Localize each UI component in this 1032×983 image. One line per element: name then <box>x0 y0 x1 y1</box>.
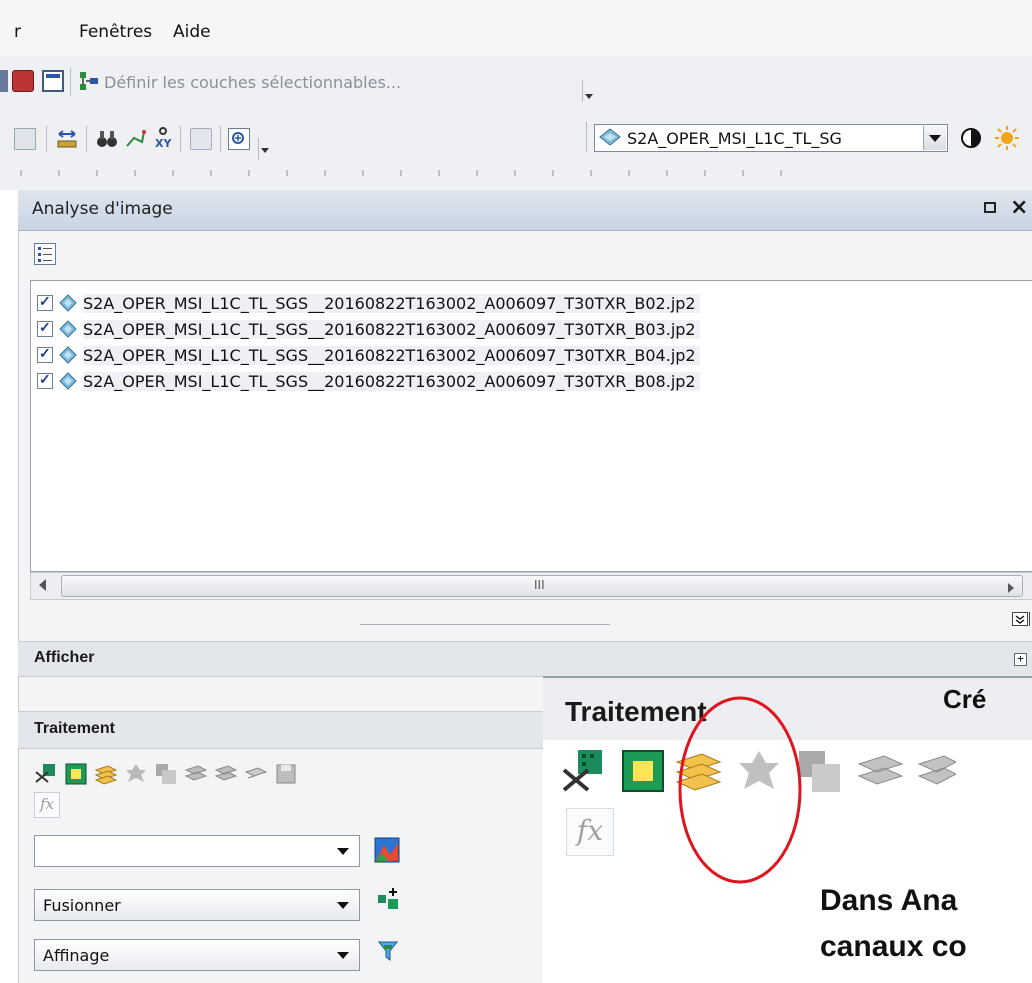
zoom-text-line1: Dans Ana <box>820 884 958 917</box>
toolbar-tools: XY S2A_OPER_MSI_L1C_TL_SG <box>0 110 1032 170</box>
layer-dropdown-arrow[interactable] <box>923 126 946 150</box>
svg-text:XY: XY <box>155 137 172 150</box>
processing-tools <box>34 762 394 786</box>
composite-bands-icon[interactable] <box>94 762 118 786</box>
list-item[interactable]: S2A_OPER_MSI_L1C_TL_SGS__20160822T163002… <box>37 293 1032 315</box>
function-icon[interactable]: fx <box>34 792 60 818</box>
clip-icon[interactable] <box>34 762 58 786</box>
layer-checkbox[interactable] <box>37 371 53 389</box>
chevron-down-icon <box>337 902 349 909</box>
chevron-down-icon <box>337 952 349 959</box>
panel-titlebar: Analyse d'image × <box>18 190 1032 231</box>
list-item[interactable]: S2A_OPER_MSI_L1C_TL_SGS__20160822T163002… <box>37 371 1032 393</box>
layer-name: S2A_OPER_MSI_L1C_TL_SGS__20160822T163002… <box>83 320 700 339</box>
find-binoculars-icon[interactable] <box>96 128 118 150</box>
layer-checkbox[interactable] <box>37 319 53 337</box>
mask-icon <box>622 750 664 792</box>
stack-icon-3[interactable] <box>244 762 268 786</box>
route-icon[interactable] <box>124 128 146 150</box>
raster-layer-icon <box>59 320 77 338</box>
close-icon[interactable]: × <box>1010 195 1028 220</box>
stack-icon-1 <box>857 755 904 785</box>
function-icon: fx <box>566 808 614 856</box>
layer-checkbox[interactable] <box>37 293 53 311</box>
list-item[interactable]: S2A_OPER_MSI_L1C_TL_SGS__20160822T163002… <box>37 345 1032 367</box>
magnifier-window-icon[interactable] <box>228 128 250 150</box>
stack-icon-2[interactable] <box>214 762 238 786</box>
go-to-xy-icon[interactable]: XY <box>152 126 174 150</box>
section-display[interactable]: Afficher + <box>18 641 1032 677</box>
time-slider-icon[interactable] <box>190 128 212 150</box>
scroll-thumb[interactable]: III <box>61 575 1023 597</box>
fusion-combo[interactable]: Fusionner <box>34 889 360 921</box>
selectable-layers-label[interactable]: Définir les couches sélectionnables... <box>104 73 401 92</box>
leaf-icon[interactable] <box>124 762 148 786</box>
clip-icon <box>562 750 602 792</box>
identify-icon[interactable] <box>14 128 36 150</box>
toolbar-grip[interactable] <box>258 138 269 160</box>
toolbar-grip[interactable] <box>582 80 593 102</box>
section-processing-label: Traitement <box>34 720 115 737</box>
menu-bar: r Fenêtres Aide <box>0 0 1032 56</box>
scroll-left-icon[interactable] <box>39 579 46 591</box>
toolbar-hidden-icons <box>20 170 800 176</box>
save-icon[interactable] <box>274 762 298 786</box>
partial-icon[interactable] <box>0 70 8 92</box>
layer-name: S2A_OPER_MSI_L1C_TL_SGS__20160822T163002… <box>83 372 700 391</box>
fusion-combo-value: Fusionner <box>43 896 121 915</box>
panel-title: Analyse d'image <box>32 199 173 219</box>
scroll-thumb-grip: III <box>534 578 545 592</box>
menu-item-partial[interactable]: r <box>14 22 21 42</box>
toolbar-layers: Définir les couches sélectionnables... <box>0 56 1032 110</box>
zoom-note-right: Cré <box>943 684 987 714</box>
layer-dropdown[interactable]: S2A_OPER_MSI_L1C_TL_SG <box>594 124 948 152</box>
add-raster-icon[interactable] <box>376 887 400 911</box>
layer-name: S2A_OPER_MSI_L1C_TL_SGS__20160822T163002… <box>83 294 700 313</box>
raster-layer-icon <box>59 372 77 390</box>
splitter-handle[interactable] <box>360 624 610 625</box>
list-options-icon[interactable] <box>34 243 56 265</box>
toolbox-icon[interactable] <box>12 70 34 92</box>
mask-icon[interactable] <box>64 762 88 786</box>
layer-list: S2A_OPER_MSI_L1C_TL_SGS__20160822T163002… <box>30 280 1032 572</box>
layer-checkbox[interactable] <box>37 345 53 363</box>
scroll-right-icon[interactable] <box>1008 583 1014 593</box>
maximize-icon[interactable] <box>984 202 996 213</box>
highlight-ellipse <box>678 696 802 884</box>
menu-item-windows[interactable]: Fenêtres <box>79 22 152 42</box>
contrast-icon[interactable] <box>960 127 982 149</box>
raster-layer-icon <box>59 346 77 364</box>
brightness-icon[interactable] <box>994 125 1019 150</box>
collapse-all-icon[interactable] <box>1012 612 1028 626</box>
layer-name: S2A_OPER_MSI_L1C_TL_SGS__20160822T163002… <box>83 346 700 365</box>
stack-icon-1[interactable] <box>184 762 208 786</box>
raster-layer-icon <box>599 128 621 146</box>
zoom-text-line2: canaux co <box>820 930 967 963</box>
empty-combo[interactable] <box>34 835 360 867</box>
horizontal-scrollbar[interactable]: III <box>30 572 1032 600</box>
selectable-layers-icon[interactable] <box>78 70 100 92</box>
refine-combo-value: Affinage <box>43 946 110 965</box>
filter-icon[interactable] <box>376 939 400 963</box>
section-display-label: Afficher <box>34 649 95 666</box>
expand-icon[interactable]: + <box>1014 653 1027 666</box>
refine-combo[interactable]: Affinage <box>34 939 360 971</box>
layer-dropdown-value: S2A_OPER_MSI_L1C_TL_SG <box>627 129 842 148</box>
python-window-icon[interactable] <box>42 70 64 92</box>
mosaic-icon[interactable] <box>154 762 178 786</box>
raster-layer-icon <box>59 294 77 312</box>
dem-icon[interactable] <box>374 837 400 863</box>
measure-icon[interactable] <box>56 128 78 150</box>
toolbar-hidden <box>0 170 1032 190</box>
list-item[interactable]: S2A_OPER_MSI_L1C_TL_SGS__20160822T163002… <box>37 319 1032 341</box>
chevron-down-icon <box>337 848 349 855</box>
menu-item-help[interactable]: Aide <box>173 22 211 42</box>
stack-icon-2 <box>917 755 956 785</box>
